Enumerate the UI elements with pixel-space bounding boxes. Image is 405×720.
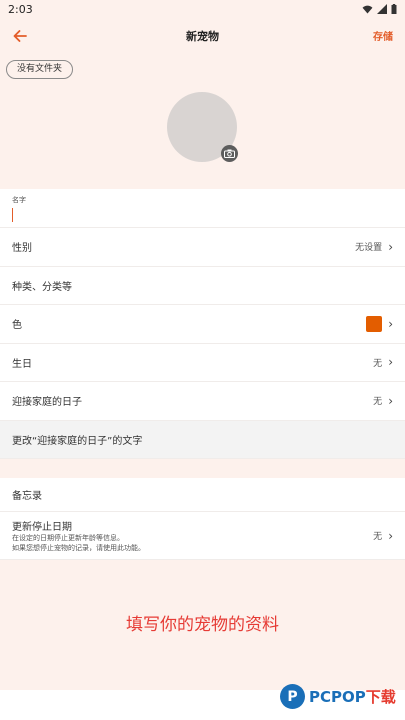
page-title: 新宠物 <box>186 30 219 43</box>
folder-chip[interactable]: 没有文件夹 <box>6 60 74 79</box>
color-label: 色 <box>12 320 22 332</box>
arrow-left-icon <box>13 30 27 42</box>
stop-update-title: 更新停止日期 <box>12 522 72 533</box>
app-bar: 新宠物 存储 <box>0 22 405 50</box>
gender-row[interactable]: 性别 无设置 › <box>0 228 405 267</box>
change-welcome-text-placeholder: 更改“迎接家庭的日子”的文字 <box>12 435 143 447</box>
save-button[interactable]: 存储 <box>373 28 393 43</box>
status-icons <box>362 4 397 14</box>
birthday-value: 无 <box>373 358 383 369</box>
chevron-right-icon: › <box>388 239 393 254</box>
species-field[interactable]: 种类、分类等 <box>0 267 405 305</box>
signal-icon <box>377 4 387 14</box>
color-swatch <box>366 315 383 332</box>
gender-value: 无设置 <box>355 243 383 254</box>
section-divider <box>0 459 405 478</box>
chevron-right-icon: › <box>388 316 393 331</box>
stop-update-texts: 更新停止日期 在设定的日期停止更新年龄等信息。 如果您想停止宠物的记录，请使用此… <box>12 518 145 553</box>
logo-text: PCPOP下载 <box>309 688 396 706</box>
welcome-day-value: 无 <box>373 397 383 408</box>
chevron-right-icon: › <box>388 355 393 370</box>
stop-update-desc-2: 如果您想停止宠物的记录，请使用此功能。 <box>12 544 145 552</box>
birthday-row[interactable]: 生日 无 › <box>0 344 405 382</box>
chevron-right-icon: › <box>388 528 393 543</box>
gender-label: 性别 <box>12 243 32 255</box>
status-time: 2:03 <box>8 2 33 16</box>
watermark-logo: P PCPOP下载 <box>280 684 396 709</box>
species-placeholder: 种类、分类等 <box>12 281 72 293</box>
memo-label: 备忘录 <box>12 491 42 502</box>
name-label: 名字 <box>12 195 26 204</box>
camera-icon <box>224 149 235 158</box>
pet-form: 名字 性别 无设置 › 种类、分类等 色 › 生日 无 › 迎接家庭的日子 无 … <box>0 189 405 560</box>
stop-update-value: 无 <box>373 532 383 542</box>
status-bar: 2:03 <box>0 0 405 18</box>
promo-caption: 填写你的宠物的资料 <box>126 615 279 635</box>
change-welcome-text-field[interactable]: 更改“迎接家庭的日子”的文字 <box>0 420 405 459</box>
name-field[interactable]: 名字 <box>0 189 405 228</box>
welcome-day-row[interactable]: 迎接家庭的日子 无 › <box>0 382 405 421</box>
stop-update-desc-1: 在设定的日期停止更新年龄等信息。 <box>12 534 124 542</box>
memo-field[interactable]: 备忘录 <box>0 478 405 512</box>
battery-icon <box>391 4 397 14</box>
welcome-day-label: 迎接家庭的日子 <box>12 397 82 409</box>
text-caret <box>12 207 13 222</box>
chevron-right-icon: › <box>388 393 393 408</box>
stop-update-row[interactable]: 更新停止日期 在设定的日期停止更新年龄等信息。 如果您想停止宠物的记录，请使用此… <box>0 512 405 560</box>
color-row[interactable]: 色 › <box>0 305 405 344</box>
birthday-label: 生日 <box>12 358 32 370</box>
camera-button[interactable] <box>221 145 238 162</box>
back-button[interactable] <box>8 24 32 48</box>
wifi-icon <box>362 5 373 14</box>
logo-mark: P <box>280 684 305 709</box>
